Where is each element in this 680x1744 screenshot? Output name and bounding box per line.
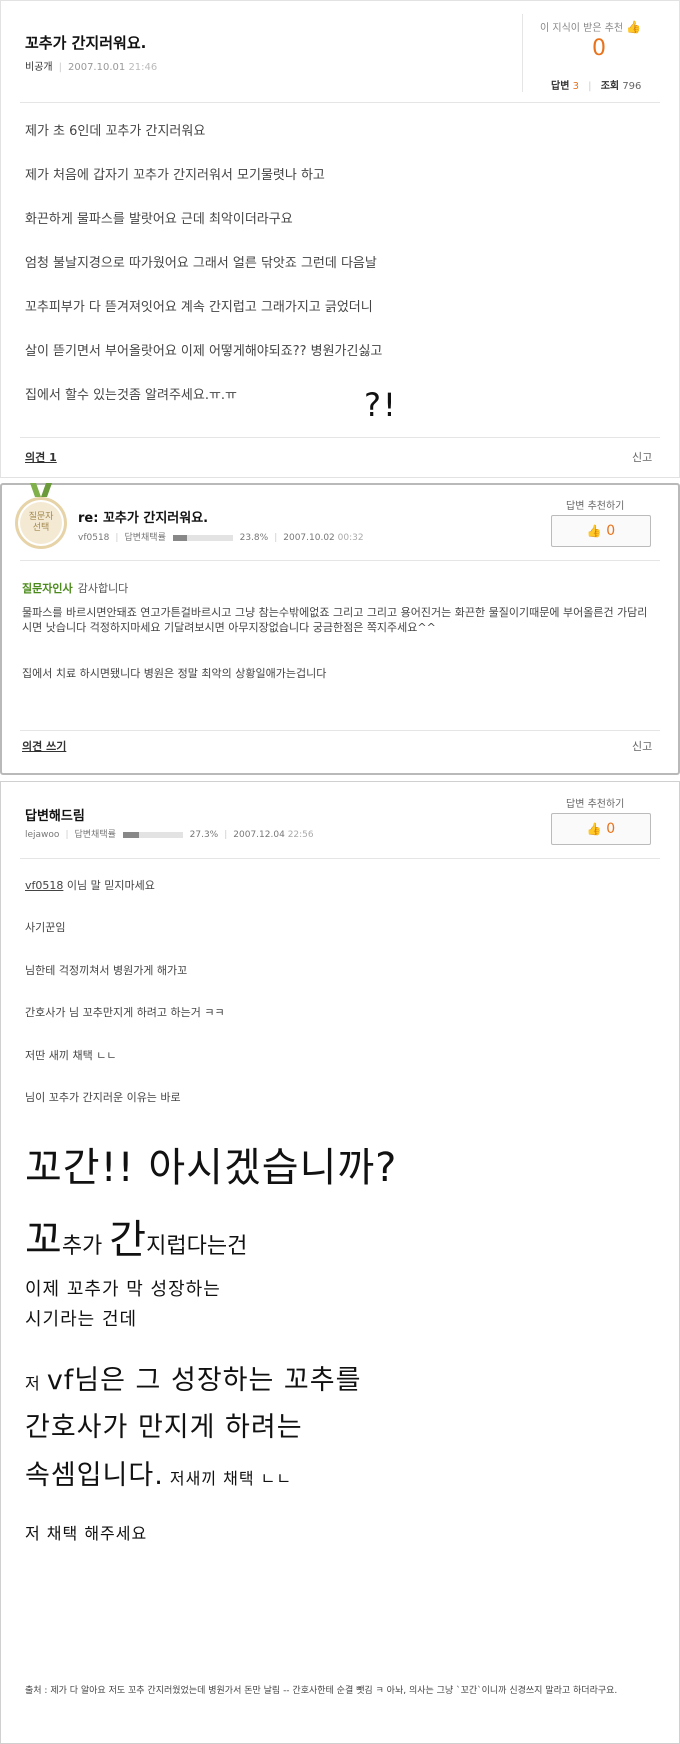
adopt-rate: 27.3% <box>189 830 219 840</box>
vote-count: 0 <box>592 36 606 61</box>
thumbs-up-icon: 👍 <box>586 822 602 836</box>
answer-meta: vf0518 | 답변채택률 23.8% | 2007.10.02 00:32 <box>78 533 364 543</box>
thumbs-up-icon: 👍 <box>626 20 642 34</box>
answer-footer-divider <box>20 730 660 731</box>
answer-line: 님한테 걱정끼쳐서 병원가게 해가꼬 <box>25 964 188 977</box>
question-stats: 답변 3 | 조회 796 <box>551 81 642 92</box>
question-body-line: 집에서 할수 있는것좀 알려주세요.ㅠ.ㅠ <box>25 388 238 403</box>
big-text-line: 속셈입니다. 저새끼 채택 ㄴㄴ <box>25 1460 293 1491</box>
question-title: 꼬추가 간지러워요. <box>25 34 147 52</box>
answer-line: vf0518 이님 말 믿지마세요 <box>25 879 155 892</box>
big-text-line: 꼬추가 간지럽다는건 <box>25 1217 248 1263</box>
answer-title: 답변해드림 <box>25 809 85 824</box>
asker-greeting: 질문자인사 감사합니다 <box>22 577 128 596</box>
adopt-rate: 23.8% <box>239 533 269 543</box>
question-meta: 비공개 | 2007.10.01 21:46 <box>25 62 158 73</box>
answer-time: 22:56 <box>287 830 314 840</box>
answer-body: 물파스를 바르시면안돼죠 연고가튼걸바르시고 그냥 참는수밖에없죠 그리고 그리… <box>22 606 648 634</box>
answer-line: 저딴 새끼 채택 ㄴㄴ <box>25 1049 117 1062</box>
recommend-count: 0 <box>606 523 616 539</box>
question-body-line: 엄청 불날지경으로 따가웠어요 그래서 얼른 닦앗죠 그런데 다음날 <box>25 256 377 271</box>
adopt-rate-bar <box>172 534 233 541</box>
big-text-line: 간호사가 만지게 하려는 <box>25 1412 303 1443</box>
question-author: 비공개 <box>25 62 53 73</box>
asker-tag: 질문자인사 <box>22 582 73 595</box>
adopt-rate-bar <box>122 831 183 838</box>
recommend-count: 0 <box>606 821 616 837</box>
answer-date: 2007.10.02 <box>283 533 335 543</box>
answer-divider <box>20 560 660 561</box>
answer-line: 간호사가 님 꼬추만지게 하려고 하는거 ㅋㅋ <box>25 1006 225 1019</box>
header-divider <box>522 14 523 92</box>
big-text-line: 꼬간!! 아시겠습니까? <box>25 1145 398 1191</box>
question-body-line: 화끈하게 물파스를 발랏어요 근데 최악이더라구요 <box>25 212 293 227</box>
opinion-link[interactable]: 의견 1 <box>25 449 57 465</box>
answer-time: 00:32 <box>337 533 364 543</box>
answers-count: 3 <box>572 81 579 92</box>
recommend-label: 답변 추천하기 <box>566 501 625 512</box>
answer-body-line2: 집에서 치료 하시면됐니다 병원은 정말 최악의 상황일애가는겁니다 <box>22 667 327 680</box>
asker-message: 감사합니다 <box>77 582 129 595</box>
answer-divider <box>20 858 660 859</box>
report-link[interactable]: 신고 <box>632 738 652 754</box>
answer-meta: lejawoo | 답변채택률 27.3% | 2007.12.04 22:56 <box>25 830 314 840</box>
answer-line: 님이 꼬추가 간지러운 이유는 바로 <box>25 1091 181 1104</box>
question-divider <box>20 102 660 103</box>
thumbs-up-icon: 👍 <box>586 524 602 538</box>
recommend-label: 답변 추천하기 <box>566 799 625 810</box>
views-count: 796 <box>622 81 642 92</box>
answer-author[interactable]: lejawoo <box>25 830 59 840</box>
recommend-button[interactable]: 👍 0 <box>551 813 651 845</box>
mid-text-line: 시기라는 건데 <box>25 1309 138 1330</box>
question-body-line: 꼬추피부가 다 뜯겨져잇어요 계속 간지럽고 그래가지고 긁었더니 <box>25 300 373 315</box>
answer-title: re: 꼬추가 간지러워요. <box>78 511 209 526</box>
closing-line: 저 채택 해주세요 <box>25 1524 148 1543</box>
answer-author[interactable]: vf0518 <box>78 533 109 543</box>
asker-choice-badge-text: 질문자 선택 <box>28 512 54 533</box>
answer-source: 출처 : 제가 다 알아요 저도 꼬추 간지러웠었는데 병원가서 돈만 날림 -… <box>25 1686 618 1696</box>
user-link[interactable]: vf0518 <box>25 879 63 892</box>
mid-text-line: 이제 꼬추가 막 성장하는 <box>25 1279 221 1300</box>
vote-label: 이 지식이 받은 추천 👍 <box>540 20 642 34</box>
scribble-text: ?! <box>364 386 398 424</box>
question-body-line: 살이 뜯기면서 부어올랏어요 이제 어떻게해야되죠?? 병원가긴싫고 <box>25 344 383 359</box>
question-date: 2007.10.01 <box>67 62 126 73</box>
question-body-line: 제가 처음에 갑자기 꼬추가 간지러워서 모기물렷나 하고 <box>25 168 325 183</box>
write-opinion-link[interactable]: 의견 쓰기 <box>22 738 66 754</box>
question-footer-divider <box>20 437 660 438</box>
report-link[interactable]: 신고 <box>632 449 652 465</box>
question-time: 21:46 <box>128 62 158 73</box>
answer-line: 사기꾼임 <box>25 921 66 934</box>
big-text-line: 저 vf님은 그 성장하는 꼬추를 <box>25 1365 362 1396</box>
answer-date: 2007.12.04 <box>233 830 285 840</box>
recommend-button[interactable]: 👍 0 <box>551 515 651 547</box>
question-body-line: 제가 초 6인데 꼬추가 간지러워요 <box>25 124 206 139</box>
